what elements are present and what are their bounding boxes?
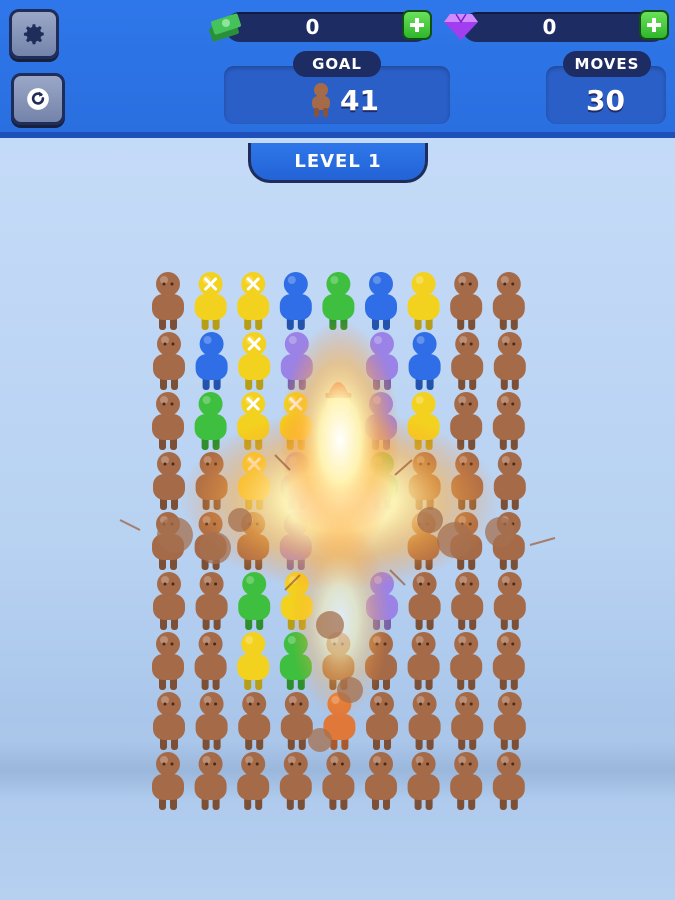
figure-brown[interactable] (194, 752, 227, 810)
figure-brown[interactable] (451, 572, 484, 630)
figure-brown[interactable] (492, 392, 525, 450)
figure-brown[interactable] (280, 692, 313, 750)
figure-yellow[interactable] (237, 632, 270, 690)
explosion-effect (119, 320, 556, 752)
figure-green[interactable] (238, 572, 271, 630)
figure-brown[interactable] (195, 572, 228, 630)
figure-brown[interactable] (279, 752, 312, 810)
figure-brown[interactable] (451, 332, 484, 390)
figure-brown[interactable] (153, 332, 185, 390)
figure-brown[interactable] (152, 392, 184, 450)
figure-brown[interactable] (153, 572, 185, 630)
figure-brown[interactable] (152, 632, 184, 690)
figure-brown[interactable] (365, 752, 397, 810)
figure-brown[interactable] (492, 272, 525, 330)
figure-brown[interactable] (194, 632, 227, 690)
figure-brown[interactable] (237, 752, 270, 810)
figure-brown[interactable] (195, 692, 228, 750)
figure-brown[interactable] (152, 272, 184, 330)
figure-brown[interactable] (450, 632, 483, 690)
figure-brown[interactable] (408, 572, 441, 630)
figure-brown[interactable] (322, 752, 355, 810)
figure-brown[interactable] (407, 632, 440, 690)
figure-brown[interactable] (407, 752, 440, 810)
figure-blue[interactable] (279, 272, 312, 330)
figure-blue[interactable] (365, 272, 397, 330)
figure-blue[interactable] (195, 332, 228, 390)
figure-yellow[interactable] (238, 332, 271, 390)
figure-brown[interactable] (492, 632, 525, 690)
figure-brown[interactable] (152, 752, 184, 810)
figure-brown[interactable] (408, 692, 441, 750)
figure-brown[interactable] (238, 692, 271, 750)
figure-brown[interactable] (451, 692, 484, 750)
figure-brown[interactable] (492, 752, 525, 810)
game-board[interactable] (0, 0, 675, 900)
figure-yellow[interactable] (194, 272, 227, 330)
figure-brown[interactable] (153, 692, 185, 750)
figure-yellow[interactable] (407, 272, 440, 330)
figure-brown[interactable] (366, 692, 398, 750)
figure-brown[interactable] (493, 572, 526, 630)
figure-yellow[interactable] (237, 272, 270, 330)
figure-blue[interactable] (408, 332, 441, 390)
figure-brown[interactable] (493, 692, 526, 750)
figure-brown[interactable] (450, 752, 483, 810)
figure-brown[interactable] (450, 272, 483, 330)
figure-brown[interactable] (493, 332, 526, 390)
